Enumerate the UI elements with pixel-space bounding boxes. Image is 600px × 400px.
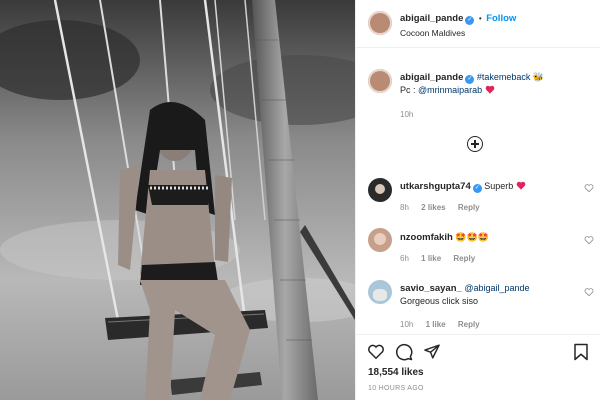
post-time-ago: 10 HOURS AGO xyxy=(368,385,424,392)
author-avatar[interactable] xyxy=(368,11,392,35)
caption-text-prefix: Pc : xyxy=(400,85,419,95)
commenter-username[interactable]: savio_sayan_ xyxy=(400,283,462,294)
caption-time: 10h xyxy=(400,110,414,119)
like-comment-icon[interactable] xyxy=(584,235,594,245)
post-header: abigail_pande ✓ • Follow Cocoon Maldives xyxy=(356,0,600,48)
reply-button[interactable]: Reply xyxy=(458,320,480,329)
caption-username[interactable]: abigail_pande xyxy=(400,72,463,83)
comment-mention[interactable]: @abigail_pande xyxy=(464,283,529,293)
save-icon[interactable] xyxy=(573,343,589,361)
location-link[interactable]: Cocoon Maldives xyxy=(400,28,465,38)
add-comment-icon[interactable] xyxy=(467,136,483,152)
heart-icon xyxy=(485,85,494,94)
verified-icon: ✓ xyxy=(465,16,475,25)
instagram-post: abigail_pande ✓ • Follow Cocoon Maldives … xyxy=(0,0,600,400)
share-icon[interactable] xyxy=(423,343,441,360)
post-side-panel: abigail_pande ✓ • Follow Cocoon Maldives … xyxy=(355,0,600,400)
comment-likes[interactable]: 1 like xyxy=(421,254,441,263)
comment-likes[interactable]: 1 like xyxy=(426,320,446,329)
like-comment-icon[interactable] xyxy=(584,183,594,193)
reply-button[interactable]: Reply xyxy=(453,254,475,263)
caption-mention[interactable]: @mrinmaiparab xyxy=(418,85,482,95)
caption-avatar[interactable] xyxy=(368,69,392,93)
commenter-avatar[interactable] xyxy=(368,280,392,304)
comment-icon[interactable] xyxy=(395,343,413,361)
comment-text: 🤩🤩🤩 xyxy=(455,232,489,242)
beach-swing-photo xyxy=(0,0,355,400)
like-comment-icon[interactable] xyxy=(584,287,594,297)
post-photo[interactable] xyxy=(0,0,355,400)
comment-likes[interactable]: 2 likes xyxy=(421,203,445,212)
comment-time: 8h xyxy=(400,203,409,212)
bee-emoji: 🐝 xyxy=(532,72,545,82)
verified-icon: ✓ xyxy=(472,184,482,193)
comment-text: Gorgeous click siso xyxy=(400,296,479,306)
caption-hashtag[interactable]: #takemeback xyxy=(477,72,531,82)
like-icon[interactable] xyxy=(367,343,385,360)
reply-button[interactable]: Reply xyxy=(458,203,480,212)
author-username[interactable]: abigail_pande xyxy=(400,13,463,24)
likes-count[interactable]: 18,554 likes xyxy=(368,367,424,378)
heart-icon xyxy=(516,181,526,190)
commenter-username[interactable]: nzoomfakih xyxy=(400,232,453,243)
comment-time: 6h xyxy=(400,254,409,263)
post-actions: 18,554 likes 10 HOURS AGO xyxy=(356,334,600,400)
follow-button[interactable]: Follow xyxy=(486,13,516,24)
verified-icon: ✓ xyxy=(465,75,475,84)
commenter-avatar[interactable] xyxy=(368,178,392,202)
comment-time: 10h xyxy=(400,320,414,329)
commenter-username[interactable]: utkarshgupta74 xyxy=(400,181,471,192)
commenter-avatar[interactable] xyxy=(368,228,392,252)
comment-text: Superb xyxy=(484,181,514,191)
separator-dot: • xyxy=(478,14,482,23)
